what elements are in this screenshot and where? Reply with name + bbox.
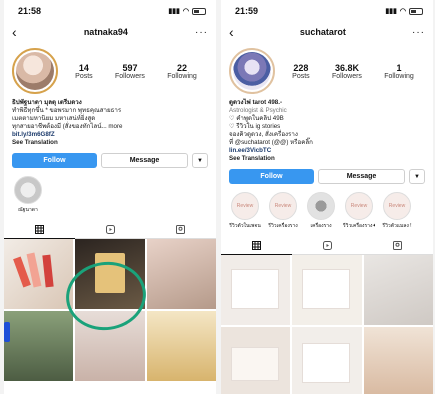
status-bar: 21:59 ▮▮▮ ◠ xyxy=(221,0,433,22)
follow-button[interactable]: Follow xyxy=(12,153,97,168)
bio-line: ♡ คำพูดในคลิป 49B xyxy=(229,115,284,122)
tagged-icon xyxy=(393,240,403,250)
grid-icon xyxy=(34,224,44,234)
profile-tabs xyxy=(221,236,433,255)
profile-header: 228 Posts 36.8K Followers 1 Following xyxy=(221,42,433,94)
wifi-icon: ◠ xyxy=(399,8,406,15)
post-thumbnail[interactable] xyxy=(75,239,145,309)
action-buttons: Follow Message ▼ xyxy=(221,163,433,184)
username-title: natnaka94 xyxy=(83,27,128,37)
reels-icon xyxy=(322,240,332,250)
story-highlights: Review รีวิวตัวในเพจน Review รีวิวเครื่อ… xyxy=(221,184,433,230)
highlight-item[interactable]: Review รีวิวตัวแมลง ! xyxy=(381,192,413,230)
following-count[interactable]: 22 Following xyxy=(167,63,197,80)
message-button[interactable]: Message xyxy=(318,169,405,184)
posts-grid xyxy=(221,255,433,394)
bio-line: ♡ รีวิวใน ig stories xyxy=(229,123,281,130)
posts-grid xyxy=(4,239,216,381)
tab-grid[interactable] xyxy=(4,220,75,239)
chevron-down-icon[interactable]: ▼ xyxy=(192,153,208,168)
post-thumbnail[interactable] xyxy=(292,255,362,325)
post-thumbnail[interactable] xyxy=(363,255,433,325)
tab-tagged[interactable] xyxy=(145,220,216,238)
profile-bio: ดูดวงไพ่ tarot 498.- Astrologist & Psych… xyxy=(221,94,433,163)
highlight-item[interactable]: Review รีวิวเครื่องราง xyxy=(267,192,299,230)
tab-grid[interactable] xyxy=(221,236,292,255)
reels-icon xyxy=(105,224,115,234)
post-thumbnail[interactable] xyxy=(221,255,291,325)
more-options-icon[interactable]: ··· xyxy=(195,27,208,38)
tab-reels[interactable] xyxy=(292,236,363,254)
clock: 21:58 xyxy=(18,6,42,16)
bio-name: ธิปพัฐนาดา มุลตุ เตรีมดวง xyxy=(12,99,82,106)
story-highlights: ณัฐนาดา xyxy=(4,168,216,214)
bio-line: เมตตามหานิยม มหาเสน่ห์ยิ่งสูด xyxy=(12,115,96,122)
bio-line: ที่ @suchatarot (@@) หรือคลิ๊ก xyxy=(229,139,313,146)
profile-screen-left: 21:58 ▮▮▮ ◠ ‹ natnaka94 ··· 14 Posts 597… xyxy=(4,0,216,394)
post-thumbnail[interactable] xyxy=(363,327,433,394)
profile-bio: ธิปพัฐนาดา มุลตุ เตรีมดวง ทำพิธีทุกขึ้น … xyxy=(4,94,216,147)
back-arrow-icon[interactable]: ‹ xyxy=(12,25,17,39)
grid-icon xyxy=(251,240,261,250)
action-buttons: Follow Message ▼ xyxy=(4,147,216,168)
post-thumbnail[interactable] xyxy=(4,239,74,309)
posts-count: 14 Posts xyxy=(75,62,93,80)
bio-link[interactable]: lin.ee/3VicbTC xyxy=(229,147,425,155)
bio-line: ทำพิธีทุกขึ้น * ขอพรมาก พุทธคุณสายธาร xyxy=(12,107,122,114)
bio-name: ดูดวงไพ่ tarot 498.- xyxy=(229,99,283,106)
signal-icon: ▮▮▮ xyxy=(385,8,397,15)
top-nav: ‹ suchatarot ··· xyxy=(221,22,433,42)
see-translation-link[interactable]: See Translation xyxy=(12,139,208,147)
see-translation-link[interactable]: See Translation xyxy=(229,155,425,163)
posts-count: 228 Posts xyxy=(292,62,310,80)
followers-count[interactable]: 597 Followers xyxy=(115,63,145,80)
avatar[interactable] xyxy=(12,48,58,94)
profile-header: 14 Posts 597 Followers 22 Following xyxy=(4,42,216,94)
post-thumbnail[interactable] xyxy=(146,311,216,381)
avatar[interactable] xyxy=(229,48,275,94)
highlight-item[interactable]: ณัฐนาดา xyxy=(12,176,44,214)
post-thumbnail[interactable] xyxy=(221,327,291,394)
username-title: suchatarot xyxy=(299,27,346,37)
tab-tagged[interactable] xyxy=(362,236,433,254)
tagged-icon xyxy=(176,224,186,234)
follow-button[interactable]: Follow xyxy=(229,169,314,184)
wifi-icon: ◠ xyxy=(182,8,189,15)
bio-link[interactable]: bit.ly/3m6G8fZ xyxy=(12,131,208,139)
status-bar: 21:58 ▮▮▮ ◠ xyxy=(4,0,216,22)
battery-icon xyxy=(192,7,206,15)
clock: 21:59 xyxy=(235,6,259,16)
post-thumbnail[interactable] xyxy=(4,311,74,381)
status-icons: ▮▮▮ ◠ xyxy=(385,7,423,15)
message-button[interactable]: Message xyxy=(101,153,188,168)
highlight-item[interactable]: Review รีวิวตัวในเพจน xyxy=(229,192,261,230)
top-nav: ‹ natnaka94 ··· xyxy=(4,22,216,42)
profile-stats: 14 Posts 597 Followers 22 Following xyxy=(64,63,208,80)
bio-category: Astrologist & Psychic xyxy=(229,107,287,114)
post-thumbnail[interactable] xyxy=(75,311,145,381)
profile-screen-right: 21:59 ▮▮▮ ◠ ‹ suchatarot ··· 228 Posts 3… xyxy=(221,0,433,394)
highlight-item[interactable]: เครื่องราง xyxy=(305,192,337,230)
profile-tabs xyxy=(4,220,216,239)
screenshot-composite: 21:58 ▮▮▮ ◠ ‹ natnaka94 ··· 14 Posts 597… xyxy=(0,0,435,394)
chevron-down-icon[interactable]: ▼ xyxy=(409,169,425,184)
tab-reels[interactable] xyxy=(75,220,146,238)
bio-line[interactable]: ทุกสายอาชีพต้องมี (สั่งของทักไลน์... mor… xyxy=(12,123,208,131)
profile-stats: 228 Posts 36.8K Followers 1 Following xyxy=(281,63,425,80)
post-thumbnail[interactable] xyxy=(146,239,216,309)
bio-line: จองคิวดูดวง, สั่งเครื่องราง xyxy=(229,131,298,138)
followers-count[interactable]: 36.8K Followers xyxy=(332,63,362,80)
post-thumbnail[interactable] xyxy=(292,327,362,394)
following-count[interactable]: 1 Following xyxy=(384,63,414,80)
annotation-mark xyxy=(4,322,10,342)
battery-icon xyxy=(409,7,423,15)
back-arrow-icon[interactable]: ‹ xyxy=(229,25,234,39)
highlight-item[interactable]: Review รีวิวเครื่องราง✦ xyxy=(343,192,375,230)
more-options-icon[interactable]: ··· xyxy=(412,27,425,38)
status-icons: ▮▮▮ ◠ xyxy=(168,7,206,15)
signal-icon: ▮▮▮ xyxy=(168,8,180,15)
